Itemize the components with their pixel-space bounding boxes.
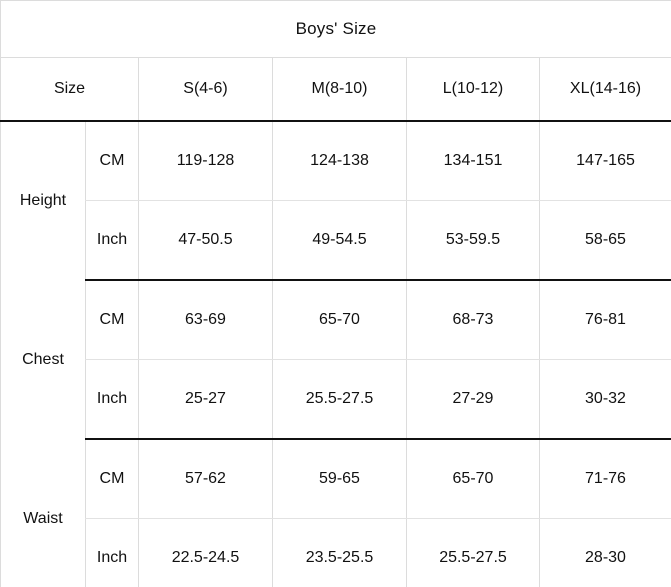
cell-chest-cm-xl: 76-81 bbox=[539, 280, 671, 360]
cell-chest-inch-l: 27-29 bbox=[406, 359, 540, 440]
cell-waist-inch-l: 25.5-27.5 bbox=[406, 518, 540, 587]
unit-label-inch: Inch bbox=[85, 359, 139, 440]
section-label-chest: Chest bbox=[0, 280, 86, 439]
table-row: Inch 25-27 25.5-27.5 27-29 30-32 bbox=[1, 359, 671, 440]
cell-height-cm-l: 134-151 bbox=[406, 121, 540, 201]
cell-chest-inch-m: 25.5-27.5 bbox=[272, 359, 407, 440]
unit-label-inch: Inch bbox=[85, 200, 139, 281]
size-chart-table: Boys' Size Size S(4-6) M(8-10) L(10-12) … bbox=[0, 0, 671, 587]
unit-label-cm: CM bbox=[85, 121, 139, 201]
cell-waist-inch-m: 23.5-25.5 bbox=[272, 518, 407, 587]
cell-waist-cm-xl: 71-76 bbox=[539, 439, 671, 519]
header-col-m: M(8-10) bbox=[272, 57, 407, 122]
cell-height-cm-m: 124-138 bbox=[272, 121, 407, 201]
unit-label-inch: Inch bbox=[85, 518, 139, 587]
cell-height-inch-s: 47-50.5 bbox=[138, 200, 273, 281]
cell-waist-cm-s: 57-62 bbox=[138, 439, 273, 519]
unit-label-cm: CM bbox=[85, 280, 139, 360]
table-row: Waist CM 57-62 59-65 65-70 71-76 bbox=[0, 439, 671, 587]
table-row: Chest CM 63-69 65-70 68-73 76-81 bbox=[0, 280, 671, 439]
section-label-height: Height bbox=[0, 121, 86, 280]
table-row: Inch 22.5-24.5 23.5-25.5 25.5-27.5 28-30 bbox=[1, 518, 671, 587]
table-row: Height CM 119-128 124-138 134-151 147-16… bbox=[0, 121, 671, 280]
cell-chest-inch-s: 25-27 bbox=[138, 359, 273, 440]
header-col-l: L(10-12) bbox=[406, 57, 540, 122]
cell-waist-cm-m: 59-65 bbox=[272, 439, 407, 519]
cell-height-cm-xl: 147-165 bbox=[539, 121, 671, 201]
cell-height-cm-s: 119-128 bbox=[138, 121, 273, 201]
unit-label-cm: CM bbox=[85, 439, 139, 519]
cell-waist-cm-l: 65-70 bbox=[406, 439, 540, 519]
header-size-label: Size bbox=[0, 57, 139, 122]
section-label-waist: Waist bbox=[0, 439, 86, 587]
title-row: Boys' Size bbox=[0, 0, 671, 58]
cell-chest-cm-s: 63-69 bbox=[138, 280, 273, 360]
cell-chest-inch-xl: 30-32 bbox=[539, 359, 671, 440]
header-col-xl: XL(14-16) bbox=[539, 57, 671, 122]
cell-chest-cm-l: 68-73 bbox=[406, 280, 540, 360]
cell-chest-cm-m: 65-70 bbox=[272, 280, 407, 360]
cell-waist-inch-s: 22.5-24.5 bbox=[138, 518, 273, 587]
cell-height-inch-xl: 58-65 bbox=[539, 200, 671, 281]
header-col-s: S(4-6) bbox=[138, 57, 273, 122]
cell-height-inch-m: 49-54.5 bbox=[272, 200, 407, 281]
table-row: Inch 47-50.5 49-54.5 53-59.5 58-65 bbox=[1, 200, 671, 281]
size-chart-root: Boys' Size Size S(4-6) M(8-10) L(10-12) … bbox=[0, 0, 671, 587]
chart-title: Boys' Size bbox=[0, 0, 671, 58]
header-row: Size S(4-6) M(8-10) L(10-12) XL(14-16) bbox=[0, 57, 671, 122]
cell-height-inch-l: 53-59.5 bbox=[406, 200, 540, 281]
cell-waist-inch-xl: 28-30 bbox=[539, 518, 671, 587]
